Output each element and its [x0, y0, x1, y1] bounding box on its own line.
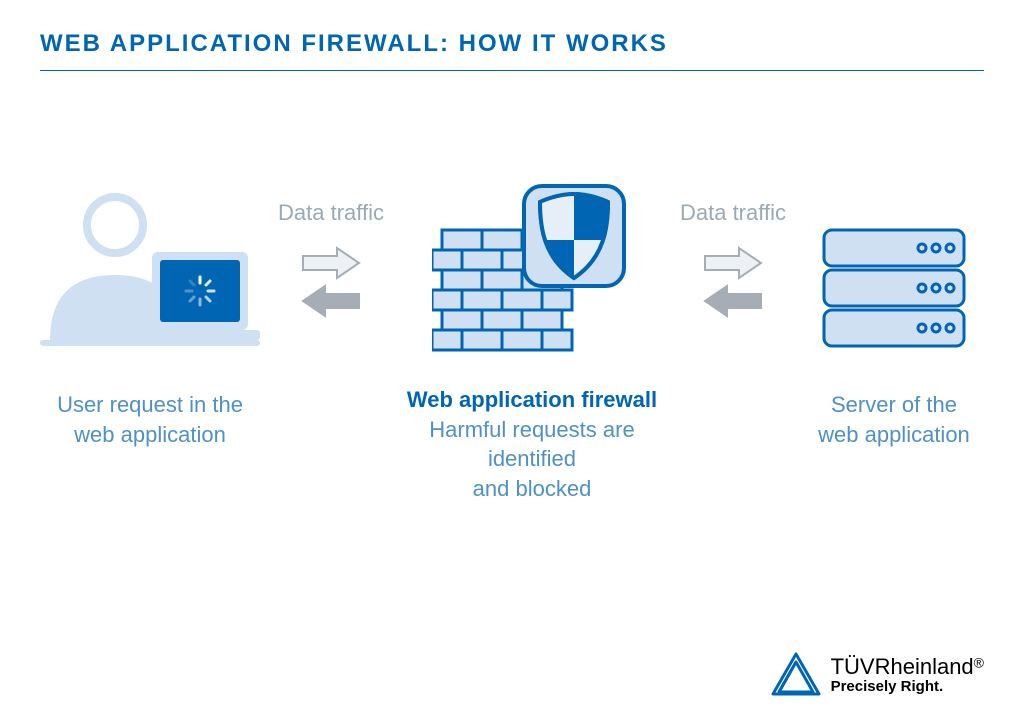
arrow-left-icon: [301, 284, 361, 318]
brand-text: TÜVRheinland® Precisely Right.: [831, 655, 984, 696]
arrows-left: Data traffic: [278, 180, 384, 318]
brand-name-light: Rheinland: [875, 654, 974, 679]
user-laptop-icon: [40, 180, 260, 350]
brand-block: TÜVRheinland® Precisely Right.: [771, 652, 984, 698]
user-caption: User request in the web application: [57, 390, 243, 449]
server-column: Server of the web application: [804, 180, 984, 449]
brand-name-bold: TÜV: [831, 654, 875, 679]
server-caption-line2: web application: [818, 420, 970, 450]
page-title: WEB APPLICATION FIREWALL: HOW IT WORKS: [40, 30, 668, 58]
server-caption: Server of the web application: [818, 390, 970, 449]
user-caption-line2: web application: [57, 420, 243, 450]
traffic-label-right: Data traffic: [680, 200, 786, 226]
arrows-right: Data traffic: [680, 180, 786, 318]
waf-caption-line1: Harmful requests are identified: [402, 415, 662, 474]
waf-heading: Web application firewall: [402, 385, 662, 415]
waf-caption-line2: and blocked: [402, 474, 662, 504]
arrow-left-icon: [703, 284, 763, 318]
brand-slogan: Precisely Right.: [831, 679, 984, 696]
user-column: User request in the web application: [40, 180, 260, 449]
waf-caption: Web application firewall Harmful request…: [402, 385, 662, 504]
title-underline: [40, 70, 984, 71]
server-rack-icon: [814, 180, 974, 350]
server-caption-line1: Server of the: [818, 390, 970, 420]
user-caption-line1: User request in the: [57, 390, 243, 420]
tuv-logo-icon: [771, 652, 821, 698]
arrow-right-icon: [301, 246, 361, 280]
diagram-row: User request in the web application Data…: [40, 180, 984, 504]
waf-column: Web application firewall Harmful request…: [402, 180, 662, 504]
traffic-label-left: Data traffic: [278, 200, 384, 226]
firewall-shield-icon: [432, 180, 632, 360]
arrow-right-icon: [703, 246, 763, 280]
brand-registered: ®: [974, 654, 984, 670]
